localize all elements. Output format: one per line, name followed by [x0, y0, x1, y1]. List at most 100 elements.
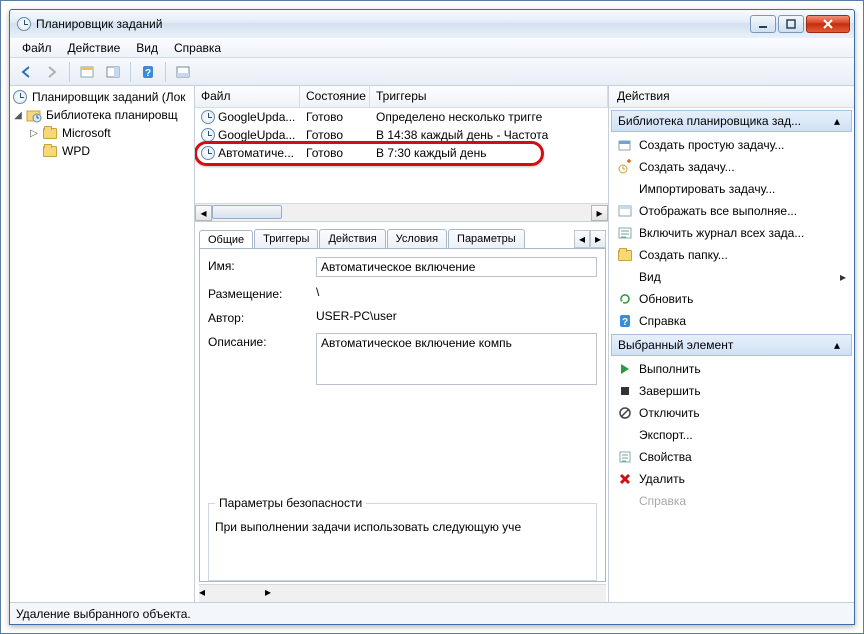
- help-icon: [617, 493, 633, 509]
- action-delete[interactable]: Удалить: [611, 468, 852, 490]
- library-icon: [26, 107, 42, 123]
- action-help-selected[interactable]: Справка: [611, 490, 852, 512]
- stop-icon: [617, 383, 633, 399]
- minimize-button[interactable]: [750, 15, 776, 33]
- label-author: Автор:: [208, 309, 316, 325]
- play-icon: [617, 361, 633, 377]
- wizard-icon: [617, 137, 633, 153]
- import-icon: [617, 181, 633, 197]
- tab-general[interactable]: Общие: [199, 230, 253, 249]
- folder-icon: [42, 125, 58, 141]
- actions-group-selected[interactable]: Выбранный элемент ▴: [611, 334, 852, 356]
- scroll-left-icon[interactable]: ◂: [195, 205, 212, 221]
- col-triggers[interactable]: Триггеры: [370, 86, 608, 107]
- window-frame: Планировщик заданий Файл Действие Вид Сп…: [0, 0, 864, 634]
- task-icon: [617, 159, 633, 175]
- properties-icon: [617, 449, 633, 465]
- show-preview-button[interactable]: [171, 60, 195, 84]
- value-author: USER-PC\user: [316, 309, 597, 323]
- nav-back-button[interactable]: [14, 60, 38, 84]
- action-properties[interactable]: Свойства: [611, 446, 852, 468]
- label-description: Описание:: [208, 333, 316, 349]
- actions-pane: Действия Библиотека планировщика зад... …: [609, 86, 854, 602]
- column-headers: Файл Состояние Триггеры: [195, 86, 608, 108]
- action-end[interactable]: Завершить: [611, 380, 852, 402]
- collapse-icon[interactable]: ▴: [829, 114, 845, 128]
- col-file[interactable]: Файл: [195, 86, 300, 107]
- task-row-selected[interactable]: Автоматиче... Готово В 7:30 каждый день: [195, 144, 608, 162]
- menubar: Файл Действие Вид Справка: [10, 38, 854, 58]
- tabstrip: Общие Триггеры Действия Условия Параметр…: [195, 222, 608, 248]
- titlebar[interactable]: Планировщик заданий: [10, 10, 854, 38]
- action-help[interactable]: ?Справка: [611, 310, 852, 332]
- running-icon: [617, 203, 633, 219]
- security-text: При выполнении задачи использовать следу…: [215, 518, 590, 534]
- task-row[interactable]: GoogleUpda... Готово Определено нескольк…: [195, 108, 608, 126]
- collapse-icon[interactable]: ◢: [12, 109, 24, 121]
- export-icon: [617, 427, 633, 443]
- tab-actions[interactable]: Действия: [319, 229, 385, 248]
- action-run[interactable]: Выполнить: [611, 358, 852, 380]
- task-icon: [201, 145, 215, 161]
- folder-icon: [42, 143, 58, 159]
- action-disable[interactable]: Отключить: [611, 402, 852, 424]
- scroll-track[interactable]: [205, 585, 265, 602]
- tab-settings[interactable]: Параметры: [448, 229, 525, 248]
- collapse-icon[interactable]: ▴: [829, 338, 845, 352]
- tree-microsoft[interactable]: ▷ Microsoft: [12, 124, 192, 142]
- action-import-task[interactable]: Импортировать задачу...: [611, 178, 852, 200]
- nav-forward-button[interactable]: [40, 60, 64, 84]
- actions-header: Действия: [609, 86, 854, 108]
- tab-triggers[interactable]: Триггеры: [254, 229, 318, 248]
- col-state[interactable]: Состояние: [300, 86, 370, 107]
- details-pane: Общие Триггеры Действия Условия Параметр…: [195, 222, 608, 602]
- toolbar: ?: [10, 58, 854, 86]
- svg-text:?: ?: [145, 68, 151, 79]
- center-pane: Файл Состояние Триггеры GoogleUpda... Го…: [195, 86, 609, 602]
- details-hscrollbar[interactable]: ◂ ▸: [199, 584, 606, 602]
- maximize-button[interactable]: [778, 15, 804, 33]
- show-hide-actions-button[interactable]: [101, 60, 125, 84]
- action-enable-history[interactable]: Включить журнал всех зада...: [611, 222, 852, 244]
- tree-library[interactable]: ◢ Библиотека планировщ: [12, 106, 192, 124]
- task-list: Файл Состояние Триггеры GoogleUpda... Го…: [195, 86, 608, 222]
- label-name: Имя:: [208, 257, 316, 273]
- scroll-right-icon[interactable]: ▸: [591, 205, 608, 221]
- action-create-basic-task[interactable]: Создать простую задачу...: [611, 134, 852, 156]
- value-location: \: [316, 285, 597, 299]
- tree-wpd[interactable]: WPD: [12, 142, 192, 160]
- scroll-right-icon[interactable]: ▸: [265, 585, 271, 602]
- action-export[interactable]: Экспорт...: [611, 424, 852, 446]
- actions-group-library[interactable]: Библиотека планировщика зад... ▴: [611, 110, 852, 132]
- task-row[interactable]: GoogleUpda... Готово В 14:38 каждый день…: [195, 126, 608, 144]
- tree-pane: Планировщик заданий (Лок ◢ Библиотека пл…: [10, 86, 195, 602]
- show-hide-tree-button[interactable]: [75, 60, 99, 84]
- close-button[interactable]: [806, 15, 850, 33]
- submenu-arrow-icon: ▸: [840, 270, 846, 284]
- action-create-task[interactable]: Создать задачу...: [611, 156, 852, 178]
- refresh-icon: [617, 291, 633, 307]
- title-text: Планировщик заданий: [36, 17, 750, 31]
- help-button[interactable]: ?: [136, 60, 160, 84]
- scroll-track[interactable]: [212, 205, 591, 221]
- menu-action[interactable]: Действие: [60, 39, 129, 57]
- scroll-thumb[interactable]: [212, 205, 282, 219]
- action-new-folder[interactable]: Создать папку...: [611, 244, 852, 266]
- action-refresh[interactable]: Обновить: [611, 288, 852, 310]
- menu-view[interactable]: Вид: [128, 39, 166, 57]
- action-display-running[interactable]: Отображать все выполняе...: [611, 200, 852, 222]
- expand-icon[interactable]: ▷: [28, 127, 40, 139]
- help-icon: ?: [617, 313, 633, 329]
- security-legend: Параметры безопасности: [215, 496, 366, 510]
- details-body: Имя: Автоматическое включение Размещение…: [199, 248, 606, 582]
- scheduler-icon: [12, 89, 28, 105]
- hscrollbar[interactable]: ◂ ▸: [195, 203, 608, 221]
- tree-root[interactable]: Планировщик заданий (Лок: [12, 88, 192, 106]
- tab-scroll-left[interactable]: ◂: [574, 230, 590, 248]
- action-view[interactable]: Вид▸: [611, 266, 852, 288]
- tab-conditions[interactable]: Условия: [387, 229, 447, 248]
- delete-icon: [617, 471, 633, 487]
- menu-help[interactable]: Справка: [166, 39, 229, 57]
- tab-scroll-right[interactable]: ▸: [590, 230, 606, 248]
- menu-file[interactable]: Файл: [14, 39, 60, 57]
